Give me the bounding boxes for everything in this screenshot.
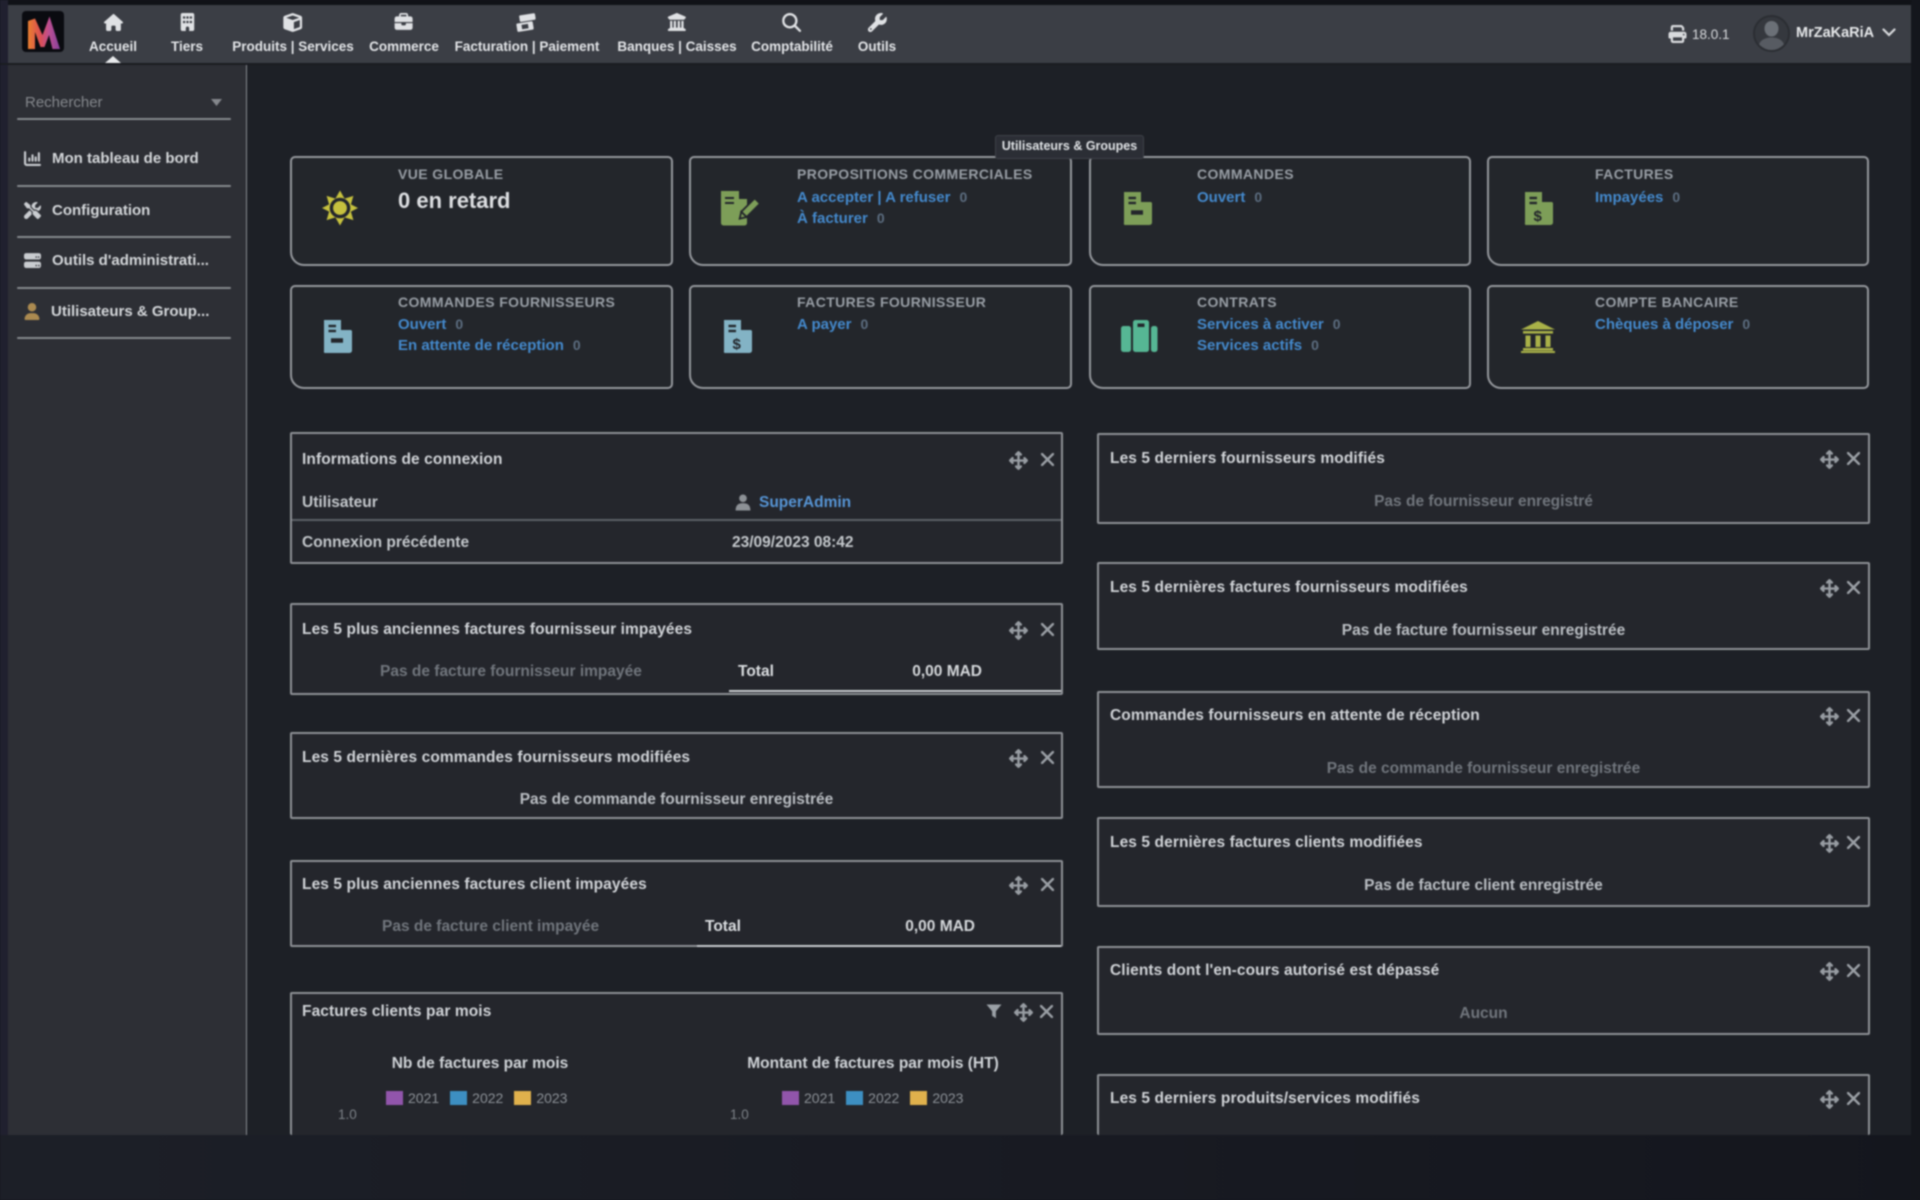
svg-text:$: $ (1534, 208, 1543, 225)
svg-text:$: $ (733, 336, 742, 353)
